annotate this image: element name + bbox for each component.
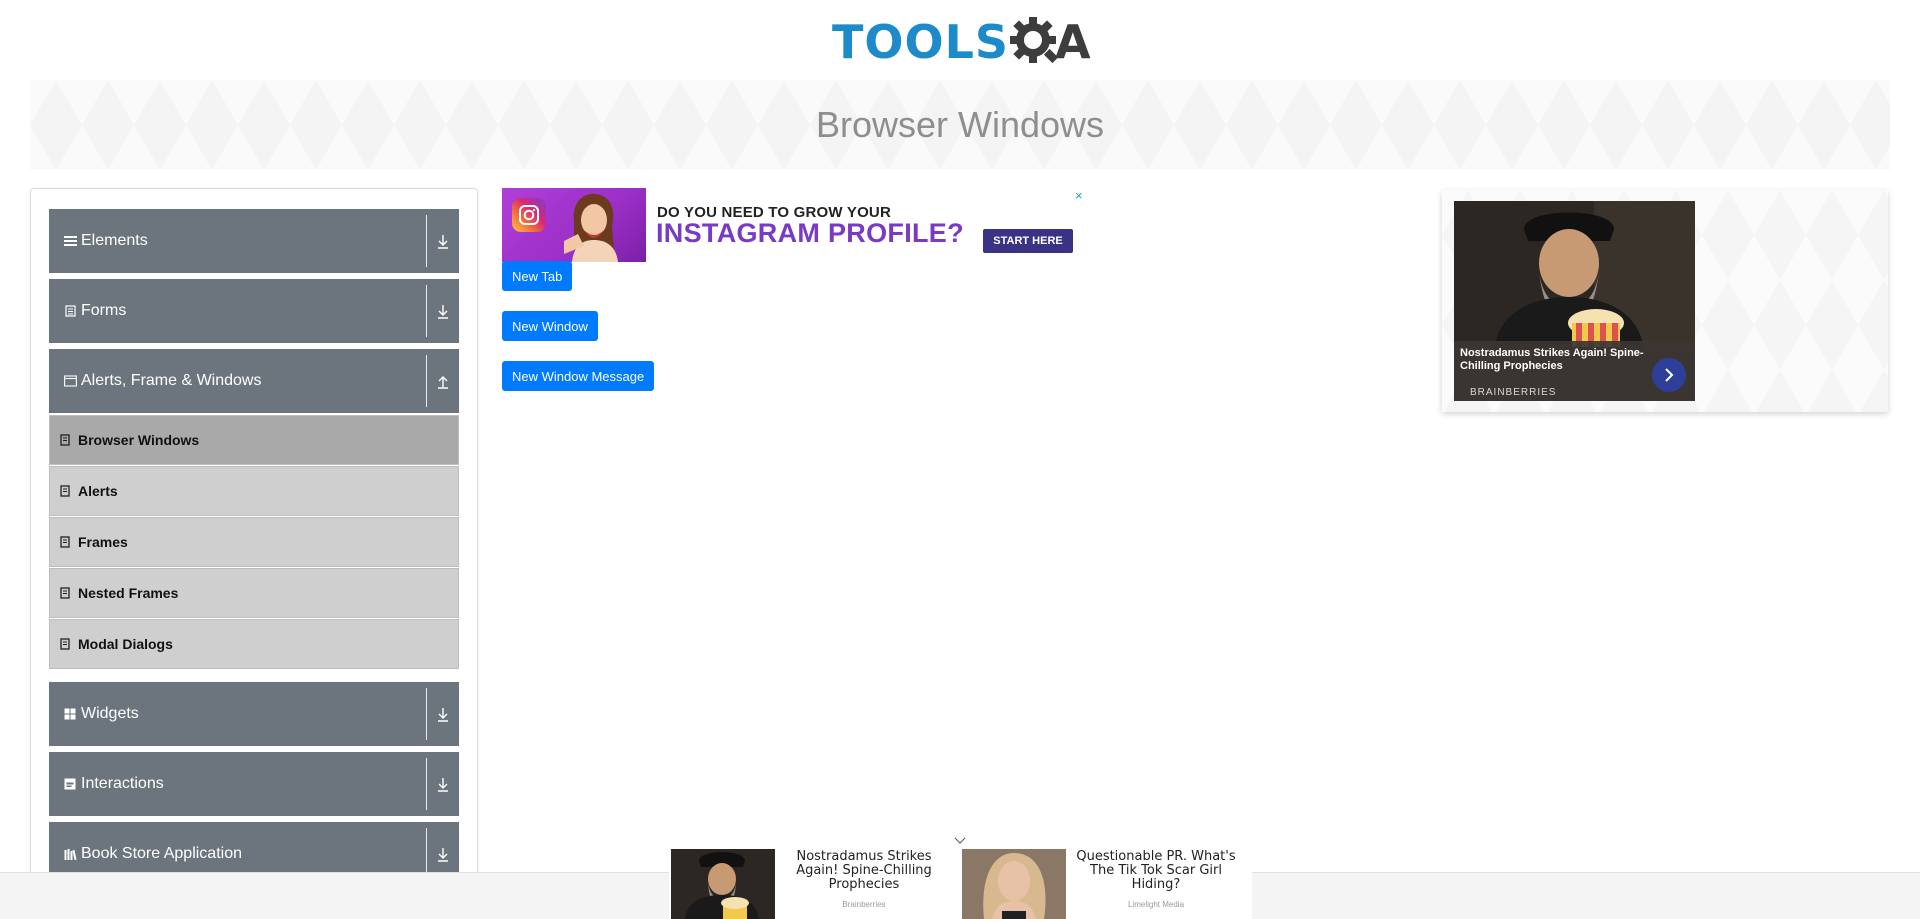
new-tab-button[interactable]: New Tab [502, 261, 573, 291]
sidebar-group-widgets[interactable]: Widgets [49, 682, 459, 746]
sidebar-item-browser-windows[interactable]: Browser Windows [49, 415, 459, 465]
sidebar-group-label: Interactions [81, 775, 164, 792]
divider [426, 215, 427, 267]
form-icon [63, 304, 77, 318]
divider [426, 688, 427, 740]
sidebar-group-label: Elements [81, 232, 148, 249]
upload-arrow-icon [438, 376, 448, 389]
download-arrow-icon [438, 305, 448, 319]
woman-photo-icon [564, 193, 618, 262]
left-sidebar: Elements Forms Alerts, Frame & Windows B… [30, 188, 478, 919]
widgets-icon [63, 707, 77, 721]
ad-image [502, 188, 646, 262]
bottom-ad-1-source: Brainberries [842, 900, 886, 909]
page-banner: Browser Windows [30, 80, 1890, 170]
document-icon [60, 536, 70, 548]
document-icon [60, 485, 70, 497]
download-arrow-icon [438, 848, 448, 862]
sidebar-item-label: Alerts [78, 483, 118, 499]
logo-suffix: A [1055, 15, 1091, 69]
sidebar-group-elements[interactable]: Elements [49, 209, 459, 273]
new-window-message-button[interactable]: New Window Message [502, 361, 655, 391]
sidebar-group-forms[interactable]: Forms [49, 279, 459, 343]
sidebar-item-frames[interactable]: Frames [49, 517, 459, 567]
divider [426, 758, 427, 810]
sidebar-item-label: Frames [78, 534, 128, 550]
sidebar-group-label: Forms [81, 302, 127, 319]
right-ad-panel: Nostradamus Strikes Again! Spine-Chillin… [1442, 190, 1888, 412]
bottom-ad-2-title[interactable]: Questionable PR. What's The Tik Tok Scar… [1071, 850, 1241, 892]
interactions-icon [63, 777, 77, 791]
ad-close-icon[interactable]: × [1075, 188, 1083, 203]
sidebar-group-alerts-frame-windows[interactable]: Alerts, Frame & Windows [49, 349, 459, 413]
divider [426, 285, 427, 337]
sidebar-group-interactions[interactable]: Interactions [49, 752, 459, 816]
right-ad-card[interactable]: Nostradamus Strikes Again! Spine-Chillin… [1454, 201, 1695, 401]
logo-text: TOOLS [832, 15, 1010, 69]
right-ad-caption: Nostradamus Strikes Again! Spine-Chillin… [1454, 341, 1695, 401]
woman-thumbnail-icon [962, 849, 1066, 919]
page-title: Browser Windows [815, 104, 1105, 145]
document-icon [60, 638, 70, 650]
bookstore-icon [63, 847, 77, 861]
bottom-ad-1-thumbnail[interactable] [671, 849, 775, 919]
new-window-button[interactable]: New Window [502, 311, 598, 341]
right-ad-title: Nostradamus Strikes Again! Spine-Chillin… [1460, 347, 1644, 372]
bottom-ad-1-title[interactable]: Nostradamus Strikes Again! Spine-Chillin… [779, 850, 949, 892]
sidebar-item-nested-frames[interactable]: Nested Frames [49, 568, 459, 618]
ad-headline-line2: INSTAGRAM PROFILE? [656, 218, 964, 248]
bottom-ad-2-thumbnail[interactable] [962, 849, 1066, 919]
sidebar-group-label: Book Store Application [81, 845, 242, 862]
right-ad-source: BRAINBERRIES [1470, 387, 1557, 398]
bottom-ad-2-source: Limelight Media [1127, 900, 1185, 909]
nostradamus-thumbnail-icon [671, 849, 775, 919]
chevron-down-icon[interactable] [954, 836, 966, 846]
instagram-icon [512, 198, 546, 232]
document-icon [60, 434, 70, 446]
sidebar-item-alerts[interactable]: Alerts [49, 466, 459, 516]
sidebar-item-label: Modal Dialogs [78, 636, 173, 652]
download-arrow-icon [438, 778, 448, 792]
toolsqa-logo[interactable]: TOOLS A [832, 12, 1092, 72]
sidebar-group-label: Widgets [81, 705, 139, 722]
sidebar-item-label: Nested Frames [78, 585, 179, 601]
nostradamus-portrait-icon [1454, 201, 1695, 351]
document-icon [60, 587, 70, 599]
window-icon [63, 374, 77, 388]
chevron-right-icon[interactable] [1652, 358, 1686, 392]
bottom-ad-strip: Nostradamus Strikes Again! Spine-Chillin… [669, 846, 1252, 919]
hamburger-icon [63, 234, 77, 248]
sidebar-group-label: Alerts, Frame & Windows [81, 372, 262, 389]
sidebar-item-label: Browser Windows [78, 432, 200, 448]
download-arrow-icon [438, 235, 448, 249]
download-arrow-icon [438, 708, 448, 722]
instagram-ad-banner[interactable]: DO YOU NEED TO GROW YOUR INSTAGRAM PROFI… [502, 188, 1086, 262]
divider [426, 355, 427, 407]
ad-start-here-button[interactable]: START HERE [983, 229, 1073, 253]
sidebar-item-modal-dialogs[interactable]: Modal Dialogs [49, 619, 459, 669]
